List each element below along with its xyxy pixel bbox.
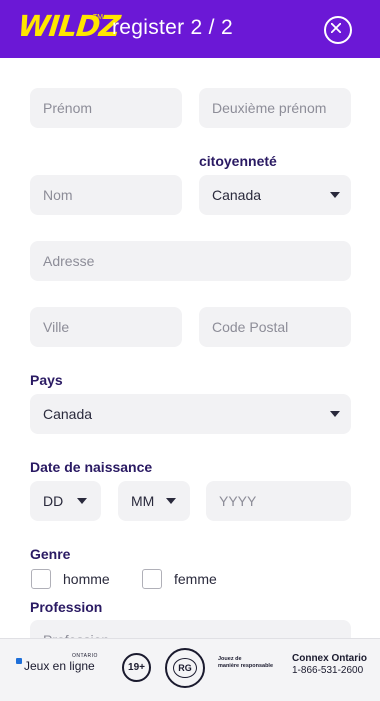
gender-label: Genre <box>30 546 71 562</box>
male-label[interactable]: homme <box>63 571 110 587</box>
logo-trademark: TM <box>93 14 104 21</box>
page-title: register 2 / 2 <box>112 16 233 39</box>
chevron-down-icon <box>330 411 340 417</box>
birth-year-placeholder: YYYY <box>219 493 257 509</box>
play-responsibly-line2: manière responsable <box>218 663 274 669</box>
postal-code-field[interactable]: Code Postal <box>199 307 351 347</box>
male-checkbox[interactable] <box>31 569 51 589</box>
postal-code-placeholder: Code Postal <box>212 319 289 335</box>
connex-ontario-phone[interactable]: 1-866-531-2600 <box>292 665 363 676</box>
last-name-placeholder: Nom <box>43 187 73 203</box>
female-checkbox[interactable] <box>142 569 162 589</box>
age-19-badge: 19+ <box>122 653 151 682</box>
address-field[interactable]: Adresse <box>30 241 351 281</box>
responsible-gaming-footer: ONTARIO Jeux en ligne 19+ RG Jouez de ma… <box>0 638 380 701</box>
birthdate-label: Date de naissance <box>30 459 153 475</box>
birth-day-value: DD <box>43 493 64 509</box>
rg-badge: RG <box>165 648 205 688</box>
middle-name-field[interactable]: Deuxième prénom <box>199 88 351 128</box>
birth-day-select[interactable]: DD <box>30 481 101 521</box>
country-value: Canada <box>43 406 93 422</box>
first-name-field[interactable]: Prénom <box>30 88 182 128</box>
country-select[interactable]: Canada <box>30 394 351 434</box>
rg-badge-label: RG <box>173 658 197 678</box>
first-name-placeholder: Prénom <box>43 100 93 116</box>
close-icon <box>331 23 341 33</box>
chevron-down-icon <box>77 498 87 504</box>
play-responsibly-text: Jouez de manière responsable <box>218 656 273 670</box>
birth-month-value: MM <box>131 493 155 509</box>
connex-ontario-title: Connex Ontario <box>292 653 368 664</box>
birth-month-select[interactable]: MM <box>118 481 190 521</box>
profession-label: Profession <box>30 599 103 615</box>
jeux-en-ligne-logo-icon <box>16 658 22 664</box>
close-button[interactable] <box>324 16 352 44</box>
chevron-down-icon <box>166 498 176 504</box>
play-responsibly-line1: Jouez de <box>218 656 242 662</box>
jeux-en-ligne-logo: Jeux en ligne <box>24 659 95 673</box>
citizenship-value: Canada <box>212 187 262 203</box>
wildz-logo: WILDZ <box>16 9 122 43</box>
citizenship-label: citoyenneté <box>199 153 277 169</box>
city-field[interactable]: Ville <box>30 307 182 347</box>
citizenship-select[interactable]: Canada <box>199 175 351 215</box>
chevron-down-icon <box>330 192 340 198</box>
birth-year-field[interactable]: YYYY <box>206 481 351 521</box>
middle-name-placeholder: Deuxième prénom <box>212 100 327 116</box>
address-placeholder: Adresse <box>43 253 95 269</box>
city-placeholder: Ville <box>43 319 70 335</box>
app-header: WILDZ TM register 2 / 2 <box>0 0 380 58</box>
country-label: Pays <box>30 372 63 388</box>
last-name-field[interactable]: Nom <box>30 175 182 215</box>
female-label[interactable]: femme <box>174 571 217 587</box>
